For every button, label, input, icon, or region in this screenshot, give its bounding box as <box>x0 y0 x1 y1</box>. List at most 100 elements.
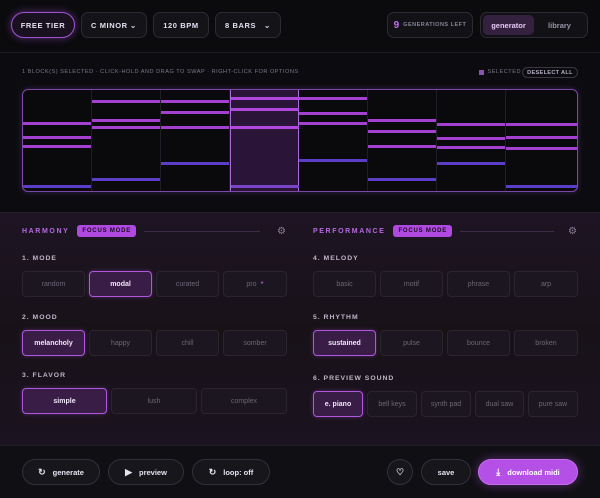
mode-label: 1. MODE <box>22 255 57 262</box>
rhythm-option-sustained[interactable]: sustained <box>313 330 376 356</box>
rhythm-option-broken[interactable]: broken <box>514 330 578 356</box>
performance-focus-mode-button[interactable]: FOCUS MODE <box>393 225 453 237</box>
melody-option-basic[interactable]: basic <box>313 271 376 297</box>
chord-block[interactable] <box>161 90 230 191</box>
bars-select[interactable]: 8 BARS ⌄ <box>215 12 281 38</box>
harmony-title: HARMONY <box>22 227 70 235</box>
note-bar <box>299 97 367 100</box>
note-bar <box>299 159 367 162</box>
note-bar <box>23 122 91 125</box>
note-bar <box>23 145 91 148</box>
note-bar <box>506 123 577 126</box>
note-bar <box>299 112 367 115</box>
note-bar <box>23 136 91 139</box>
bottom-action-bar: ↻ generate ▶ preview ↻ loop: off ♡ save … <box>0 445 600 498</box>
download-label: download midi <box>507 467 560 477</box>
note-bar <box>92 178 160 181</box>
key-value: C MINOR <box>91 20 128 30</box>
preview-button[interactable]: ▶ preview <box>108 459 184 485</box>
mode-option-pro-label: pro <box>246 280 257 288</box>
chord-block-grid[interactable] <box>22 89 578 192</box>
loop-label: loop: off <box>223 467 254 477</box>
generations-count: 9 <box>393 19 400 31</box>
generations-label: GENERATIONS LEFT <box>403 22 467 28</box>
flavor-option-complex[interactable]: complex <box>201 388 287 414</box>
free-tier-label: FREE TIER <box>20 20 66 30</box>
note-bar <box>437 146 505 149</box>
selected-swatch-icon <box>479 69 485 75</box>
favorite-button[interactable]: ♡ <box>387 459 413 485</box>
chord-block[interactable] <box>437 90 506 191</box>
save-label: save <box>437 467 455 477</box>
rhythm-label: 5. RHYTHM <box>313 314 359 321</box>
tab-library[interactable]: library <box>534 15 585 35</box>
mood-option-chill[interactable]: chill <box>156 330 219 356</box>
rhythm-option-pulse[interactable]: pulse <box>380 330 443 356</box>
bars-value: 8 BARS <box>225 20 257 30</box>
chevron-down-icon: ⌄ <box>263 20 271 30</box>
mood-option-happy[interactable]: happy <box>89 330 152 356</box>
note-bar <box>231 185 299 188</box>
note-bar <box>506 185 577 188</box>
mood-option-somber[interactable]: somber <box>223 330 287 356</box>
mode-option-modal[interactable]: modal <box>89 271 152 297</box>
mood-option-melancholy[interactable]: melancholy <box>22 330 85 356</box>
tab-generator[interactable]: generator <box>483 15 534 35</box>
mode-option-random[interactable]: random <box>22 271 85 297</box>
note-bar <box>299 122 367 125</box>
note-bar <box>231 108 299 111</box>
note-bar <box>231 97 299 100</box>
free-tier-badge[interactable]: FREE TIER <box>11 12 75 38</box>
flavor-label: 3. FLAVOR <box>22 372 66 379</box>
sound-option-bell-keys[interactable]: bell keys <box>367 391 417 417</box>
star-icon: * <box>260 279 264 289</box>
note-bar <box>506 147 577 150</box>
generate-button[interactable]: ↻ generate <box>22 459 100 485</box>
rhythm-option-bounce[interactable]: bounce <box>447 330 510 356</box>
harmony-focus-mode-button[interactable]: FOCUS MODE <box>77 225 137 237</box>
note-bar <box>368 145 436 148</box>
flavor-option-lush[interactable]: lush <box>111 388 197 414</box>
generate-label: generate <box>52 467 84 477</box>
mode-option-pro[interactable]: pro * <box>223 271 287 297</box>
harmony-settings-gear-icon[interactable]: ⚙ <box>277 226 286 237</box>
chord-block[interactable] <box>299 90 368 191</box>
preview-sound-label: 6. PREVIEW SOUND <box>313 375 395 382</box>
section-divider <box>144 230 261 232</box>
melody-option-phrase[interactable]: phrase <box>447 271 510 297</box>
chord-block[interactable] <box>368 90 437 191</box>
melody-option-motif[interactable]: motif <box>380 271 443 297</box>
chord-block[interactable] <box>23 90 92 191</box>
loop-toggle-button[interactable]: ↻ loop: off <box>192 459 270 485</box>
note-bar <box>92 100 160 103</box>
note-bar <box>368 130 436 133</box>
save-button[interactable]: save <box>421 459 471 485</box>
sound-option-dual-saw[interactable]: dual saw <box>475 391 524 417</box>
note-bar <box>161 162 229 165</box>
chord-block[interactable] <box>506 90 577 191</box>
download-icon: ⤓ <box>496 466 501 477</box>
loop-icon: ↻ <box>208 466 217 477</box>
mode-option-curated[interactable]: curated <box>156 271 219 297</box>
selection-status: 1 BLOCK(S) SELECTED · CLICK-HOLD AND DRA… <box>22 69 299 75</box>
deselect-all-button[interactable]: DESELECT ALL <box>522 67 578 78</box>
note-bar <box>23 185 91 188</box>
sound-option-e-piano[interactable]: e. piano <box>313 391 363 417</box>
flavor-option-simple[interactable]: simple <box>22 388 107 414</box>
sound-option-pure-saw[interactable]: pure saw <box>528 391 578 417</box>
sound-option-synth-pad[interactable]: synth pad <box>421 391 471 417</box>
note-bar <box>161 111 229 114</box>
melody-option-arp[interactable]: arp <box>514 271 578 297</box>
view-tabs: generator library <box>480 12 588 38</box>
download-midi-button[interactable]: ⤓ download midi <box>478 459 578 485</box>
performance-settings-gear-icon[interactable]: ⚙ <box>568 226 577 237</box>
bpm-field[interactable]: 120 BPM <box>153 12 209 38</box>
chord-block[interactable] <box>92 90 161 191</box>
preview-label: preview <box>138 467 167 477</box>
chevron-down-icon: ⌄ <box>129 20 137 30</box>
key-select[interactable]: C MINOR ⌄ <box>81 12 147 38</box>
chord-block-selected[interactable] <box>230 90 299 191</box>
generations-counter: 9 GENERATIONS LEFT <box>387 12 473 38</box>
section-divider <box>460 230 555 232</box>
note-bar <box>368 119 436 122</box>
